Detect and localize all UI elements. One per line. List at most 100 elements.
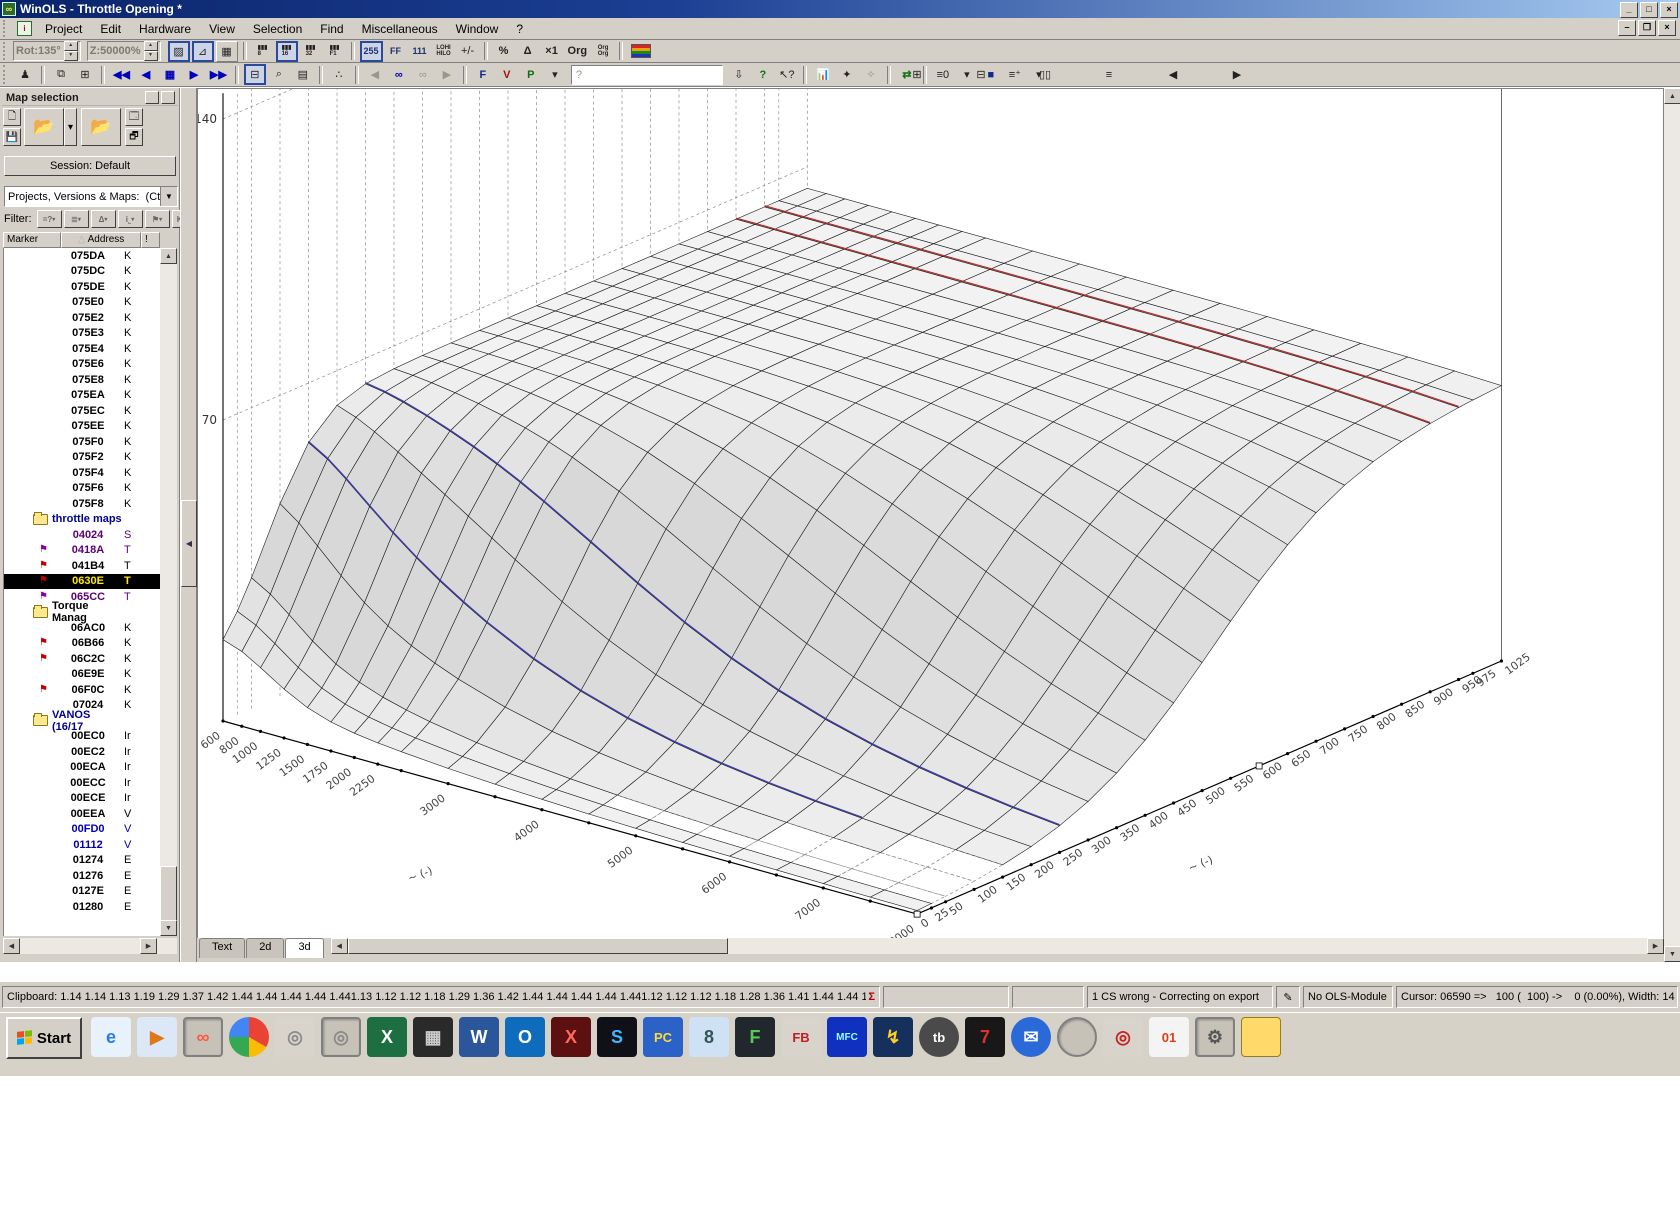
map-row[interactable]: 075E0 K <box>4 295 161 311</box>
filter-button-4[interactable]: i˾ ▾ <box>117 210 143 228</box>
window-list-icon[interactable]: ≡ <box>1098 64 1120 85</box>
split-quad-icon[interactable]: ⊞ <box>906 64 928 85</box>
map-row[interactable]: ⚑ 06F0C K <box>4 682 161 698</box>
panel-close-button[interactable] <box>161 91 175 104</box>
xee-app-icon[interactable]: X <box>551 1017 591 1057</box>
search-binoculars-gray-icon[interactable]: ∞ <box>412 64 434 85</box>
map-row[interactable]: 00EEA V <box>4 806 161 822</box>
prev-map-icon[interactable]: ◀ <box>1162 64 1184 85</box>
map-row[interactable]: ⚑ 06C2C K <box>4 651 161 667</box>
pause-columns-icon[interactable]: ▯▯ <box>1034 64 1056 85</box>
split-horizontal-icon[interactable]: ⊟ <box>970 64 992 85</box>
map-row[interactable]: 075EA K <box>4 388 161 404</box>
map-row[interactable]: 075F4 K <box>4 465 161 481</box>
bits-16-button[interactable]: ▮▮▮ 16 <box>275 40 298 62</box>
chevron-down-icon[interactable]: ▼ <box>160 187 177 206</box>
map-row[interactable]: 075E3 K <box>4 326 161 342</box>
target-shield-icon[interactable]: ◎ <box>1103 1017 1143 1057</box>
menu-hardware[interactable]: Hardware <box>130 19 200 39</box>
map-row[interactable]: ⚑ 0630E T <box>4 573 161 589</box>
bits-32-button[interactable]: ▮▮▮ 32 <box>300 41 322 62</box>
close-button[interactable]: × <box>1660 2 1678 18</box>
preview-icon[interactable]: ⌕ <box>268 64 290 85</box>
chrome-icon[interactable] <box>229 1017 269 1057</box>
chip-fb-icon[interactable]: FB <box>781 1017 821 1057</box>
map-folder-row[interactable]: VANOS (16/17 <box>4 709 161 733</box>
chrome-lock-icon[interactable] <box>1057 1017 1097 1057</box>
map-folder-row[interactable]: throttle maps <box>4 511 161 528</box>
map-row[interactable]: 01280 E <box>4 899 161 915</box>
word-icon[interactable]: W <box>459 1017 499 1057</box>
map-row[interactable]: 04024 S <box>4 527 161 543</box>
map-row[interactable]: 00EC2 Ir <box>4 744 161 760</box>
context-help-icon[interactable]: ↖? <box>776 64 798 85</box>
evc-swirl-icon[interactable]: ◎ <box>275 1017 315 1057</box>
new-window-icon[interactable]: ⧉ <box>50 64 72 85</box>
import-project-button[interactable]: 📂 <box>81 108 121 146</box>
percent-button[interactable]: P <box>520 64 542 85</box>
minimize-button[interactable]: _ <box>1620 2 1638 18</box>
value-mode-dropdown[interactable]: ▾ <box>544 64 566 85</box>
internet-explorer-icon[interactable]: e <box>91 1017 131 1057</box>
map-row[interactable]: ⚑ 041B4 T <box>4 558 161 574</box>
excel-icon[interactable]: X <box>367 1017 407 1057</box>
next-map-icon[interactable]: ▶ <box>1226 64 1248 85</box>
menu-window[interactable]: Window <box>447 19 508 39</box>
mode-x-button[interactable]: Δ <box>517 41 539 62</box>
session-button[interactable]: Session: Default <box>4 156 176 176</box>
chart-new-icon[interactable]: 📊 <box>812 64 834 85</box>
new-map-button[interactable]: 🗋 <box>3 108 21 126</box>
map-row[interactable]: 075F2 K <box>4 450 161 466</box>
tab-scroll-right-icon[interactable]: ▶ <box>1647 938 1664 954</box>
map-row[interactable]: 0127E E <box>4 884 161 900</box>
f-colors-app-icon[interactable]: F <box>735 1017 775 1057</box>
map-row[interactable]: 06AC0 K <box>4 620 161 636</box>
file-explorer-icon[interactable] <box>1241 1017 1281 1057</box>
open-project-button[interactable]: 📂 <box>24 108 64 146</box>
list-header[interactable]: Marker △ Address ! <box>3 232 160 248</box>
nav-next-icon[interactable]: ▶ <box>183 64 205 85</box>
map-row[interactable]: 075DC K <box>4 264 161 280</box>
projects-versions-maps-select[interactable]: Projects, Versions & Maps: (Ctrl ▼ <box>4 186 178 207</box>
winols-app-icon[interactable]: ∞ <box>183 1017 223 1057</box>
view-2d-icon[interactable]: ▨ <box>167 40 190 62</box>
menu-selection[interactable]: Selection <box>244 19 311 39</box>
map-row[interactable]: 00FD0 V <box>4 822 161 838</box>
display-255-button[interactable]: 255 <box>359 40 383 62</box>
column-address[interactable]: △ Address <box>61 232 141 248</box>
map-row[interactable]: 075EE K <box>4 419 161 435</box>
scrollbar-thumb[interactable] <box>347 938 728 954</box>
chart-vertical-scrollbar[interactable]: ▲ ▼ <box>1664 88 1680 962</box>
map-row[interactable]: 075F6 K <box>4 481 161 497</box>
column-marker[interactable]: Marker <box>3 232 61 248</box>
scroll-right-icon[interactable]: ▶ <box>140 938 157 954</box>
list-vertical-scrollbar[interactable]: ▲ ▼ <box>160 248 177 936</box>
scroll-down-icon[interactable]: ▼ <box>1664 946 1680 962</box>
map-row[interactable]: 01112 V <box>4 837 161 853</box>
menu-view[interactable]: View <box>200 19 244 39</box>
map-grid-icon[interactable]: ▦ <box>159 64 181 85</box>
help-search-combo[interactable]: ? <box>570 64 723 85</box>
media-player-icon[interactable]: ▶ <box>137 1017 177 1057</box>
lightning-app-icon[interactable]: ↯ <box>873 1017 913 1057</box>
map-row[interactable]: 00ECA Ir <box>4 760 161 776</box>
calculator-icon[interactable]: 8 <box>689 1017 729 1057</box>
tab-2d[interactable]: 2d <box>246 938 285 958</box>
tb-app-icon[interactable]: tb <box>919 1017 959 1057</box>
map-row[interactable]: 06E9E K <box>4 667 161 683</box>
filter-button-5[interactable]: ⚑ ▾ <box>144 210 170 228</box>
mdi-minimize-button[interactable]: – <box>1618 20 1636 36</box>
open-project-dropdown[interactable]: ▾ <box>64 108 77 146</box>
seven-app-icon[interactable]: 7 <box>965 1017 1005 1057</box>
collapse-panel-button[interactable]: ◀ <box>181 500 197 587</box>
map-row[interactable]: ⚑ 0418A T <box>4 543 161 559</box>
pc-tool-icon[interactable]: PC <box>643 1017 683 1057</box>
search-binoculars-icon[interactable]: ∞ <box>388 64 410 85</box>
wizard2-icon[interactable]: ✧ <box>860 64 882 85</box>
mdi-close-button[interactable]: × <box>1658 20 1676 36</box>
scroll-up-icon[interactable]: ▲ <box>160 248 177 264</box>
value-button[interactable]: V <box>496 64 518 85</box>
zoom-spinner[interactable]: Z:50000% ▲ ▼ <box>86 41 161 61</box>
menu-help[interactable]: ? <box>507 19 532 39</box>
map-row[interactable]: 075F0 K <box>4 434 161 450</box>
